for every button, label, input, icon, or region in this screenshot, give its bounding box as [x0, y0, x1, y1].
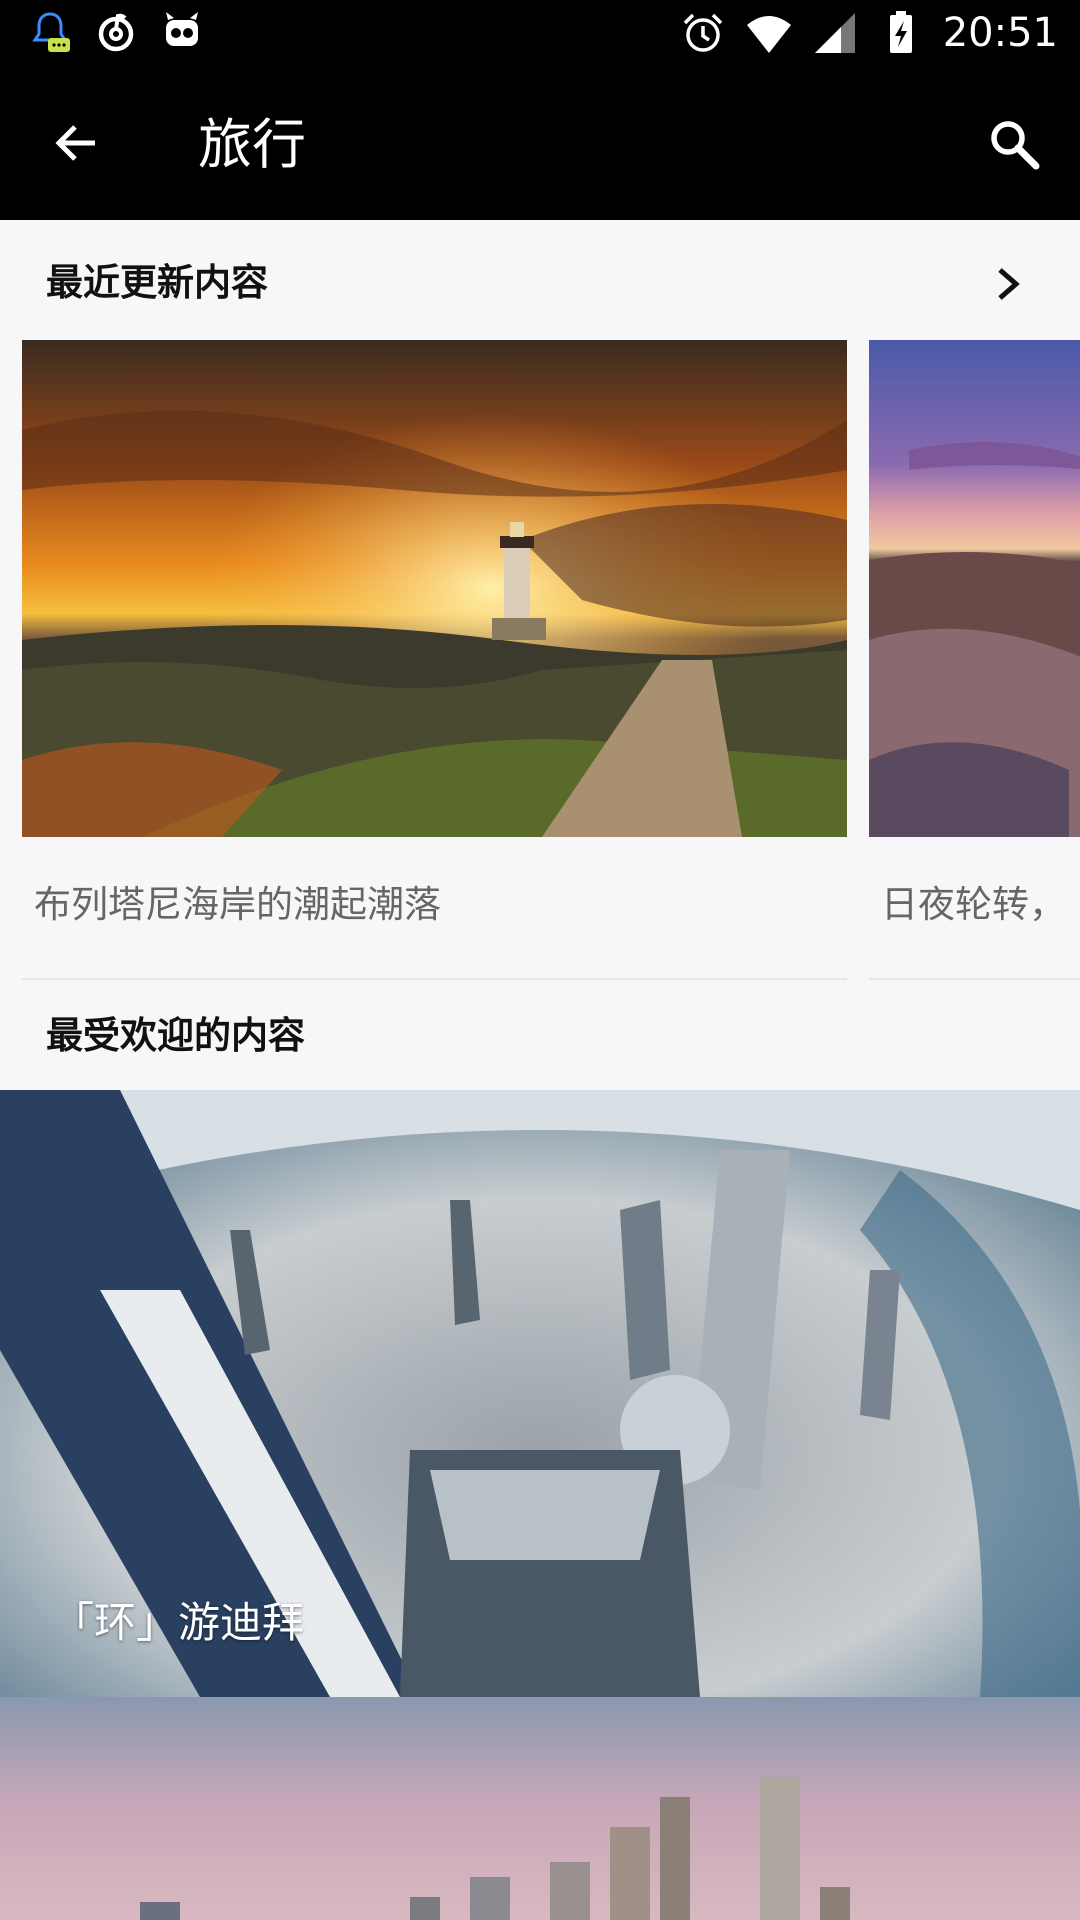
cell-signal-icon — [814, 13, 855, 53]
recent-section-header[interactable]: 最近更新内容 — [0, 232, 1080, 332]
card-divider — [22, 978, 847, 980]
recent-more-button[interactable] — [976, 252, 1040, 316]
battery-charging-icon — [889, 11, 912, 53]
popular-section-header: 最受欢迎的内容 — [0, 987, 1080, 1087]
popular-section-title: 最受欢迎的内容 — [46, 1014, 305, 1057]
wifi-icon — [746, 16, 791, 53]
recent-card-caption: 日夜轮转， — [881, 883, 1066, 926]
popular-banner[interactable] — [0, 1697, 1080, 1920]
chevron-right-icon — [998, 268, 1020, 300]
page-title: 旅行 — [198, 113, 306, 176]
status-left-icons — [26, 8, 206, 56]
arrow-back-icon — [55, 125, 95, 161]
recent-card-caption: 布列塔尼海岸的潮起潮落 — [34, 883, 441, 926]
app-bar: 旅行 — [0, 66, 1080, 220]
recent-card[interactable]: 布列塔尼海岸的潮起潮落 — [22, 340, 847, 980]
card-divider — [869, 978, 1080, 980]
qq-notification-icon — [32, 12, 70, 52]
recent-section-title: 最近更新内容 — [46, 261, 268, 304]
recent-carousel[interactable]: 布列塔尼海岸的潮起潮落 日夜轮转， — [0, 340, 1080, 980]
status-time: 20:51 — [942, 10, 1058, 56]
search-button[interactable] — [974, 104, 1054, 184]
search-icon — [991, 121, 1040, 170]
robot-app-icon — [166, 12, 198, 46]
recent-card[interactable]: 日夜轮转， — [869, 340, 1080, 980]
popular-banner[interactable]: 「环」游迪拜 — [0, 1090, 1080, 1697]
alarm-icon — [683, 13, 722, 52]
recent-card-image — [22, 340, 847, 837]
recent-card-image — [869, 340, 1080, 837]
status-right-icons: 20:51 — [679, 8, 1058, 58]
back-button[interactable] — [40, 106, 114, 180]
popular-banner-image — [0, 1697, 1080, 1920]
popular-banner-label: 「环」游迪拜 — [52, 1598, 305, 1647]
status-bar: 20:51 — [0, 0, 1080, 66]
netease-music-icon — [98, 13, 134, 52]
